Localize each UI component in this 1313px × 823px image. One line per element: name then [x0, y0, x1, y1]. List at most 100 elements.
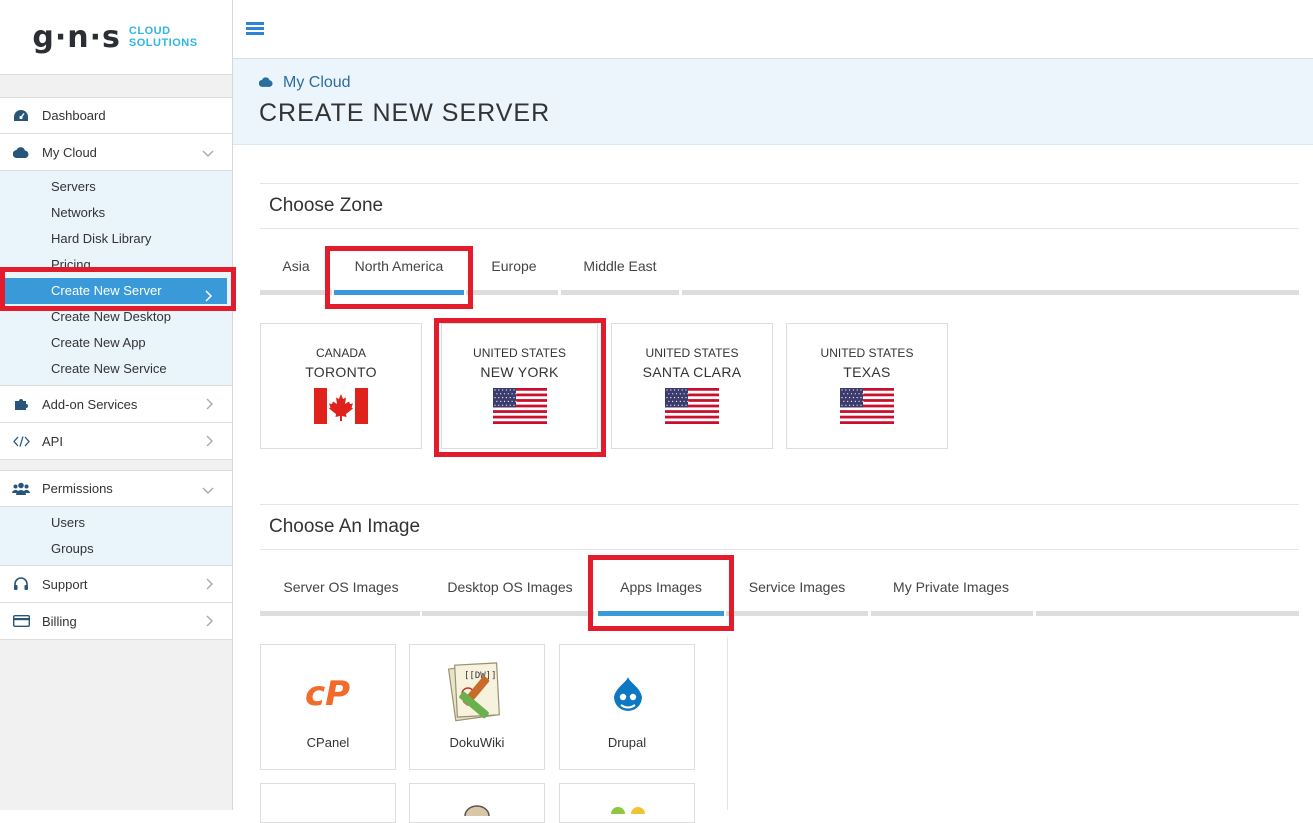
app-card-partial[interactable] [559, 783, 695, 823]
zone-country: CANADA [315, 346, 366, 360]
sidebar-subitem-create-new-desktop[interactable]: Create New Desktop [0, 304, 232, 330]
app-name: Drupal [607, 735, 647, 750]
tab-underline-active [598, 611, 724, 616]
app-card-drupal[interactable]: Drupal [559, 644, 695, 770]
tab-underline [726, 611, 868, 616]
hamburger-menu-icon[interactable] [246, 22, 264, 37]
sidebar-item-label: Support [42, 576, 88, 592]
puzzle-icon [12, 397, 30, 411]
sidebar-item-billing[interactable]: Billing [0, 603, 232, 640]
cloud-icon [12, 146, 30, 158]
cpanel-logo-icon: cP [305, 675, 350, 711]
tab-underline [871, 611, 1033, 616]
my-cloud-submenu: Servers Networks Hard Disk Library Prici… [0, 171, 232, 386]
sidebar: g·n·s CLOUD SOLUTIONS Dashboard My Cloud… [0, 0, 233, 810]
sidebar-subitem-networks[interactable]: Networks [0, 200, 232, 226]
sidebar-subitem-create-new-server[interactable]: Create New Server [5, 278, 227, 304]
sidebar-item-support[interactable]: Support [0, 566, 232, 603]
app-card-dokuwiki[interactable]: [[DW]] DokuWiki [409, 644, 545, 770]
chevron-right-icon [206, 435, 214, 450]
app-card-partial[interactable] [260, 783, 396, 823]
chevron-right-icon [206, 578, 214, 593]
app-card-partial[interactable] [409, 783, 545, 823]
tab-north-america[interactable]: North America [334, 242, 464, 290]
us-flag-icon [492, 388, 547, 424]
tab-apps-images[interactable]: Apps Images [598, 563, 724, 611]
sidebar-subitem-pricing[interactable]: Pricing [0, 252, 232, 278]
tab-asia[interactable]: Asia [260, 242, 332, 290]
sidebar-item-label: Permissions [42, 481, 113, 496]
sidebar-item-addon-services[interactable]: Add-on Services [0, 386, 232, 423]
app-logo-partial-icon [611, 807, 645, 814]
tab-underline-active [334, 290, 464, 295]
page-title: CREATE NEW SERVER [259, 99, 551, 127]
tab-underline [561, 290, 679, 295]
tab-europe[interactable]: Europe [466, 242, 562, 290]
tab-underline [682, 290, 1299, 295]
sidebar-nav: Dashboard My Cloud Servers Networks Hard… [0, 97, 232, 640]
breadcrumb[interactable]: My Cloud [258, 74, 351, 92]
top-bar [233, 0, 1313, 59]
nav-gap [0, 460, 232, 470]
sidebar-subitem-create-new-app[interactable]: Create New App [0, 330, 232, 356]
choose-zone-title: Choose Zone [260, 183, 1299, 229]
tab-underline [260, 611, 420, 616]
sidebar-item-api[interactable]: API [0, 423, 232, 460]
permissions-submenu: Users Groups [0, 507, 232, 566]
tab-service-images[interactable]: Service Images [734, 563, 860, 611]
tab-my-private-images[interactable]: My Private Images [872, 563, 1030, 611]
tab-underline [260, 290, 332, 295]
dashboard-icon [12, 109, 30, 122]
chevron-right-icon [206, 398, 214, 413]
sidebar-subitem-hard-disk-library[interactable]: Hard Disk Library [0, 226, 232, 252]
app-logo-partial-icon [464, 805, 490, 816]
sidebar-subitem-label: Create New Server [51, 283, 162, 298]
zone-card-toronto[interactable]: CANADA TORONTO [260, 323, 422, 449]
code-icon [12, 435, 30, 447]
zone-card-new-york[interactable]: UNITED STATES NEW YORK [441, 323, 598, 449]
logo-area[interactable]: g·n·s CLOUD SOLUTIONS [0, 0, 232, 75]
breadcrumb-label: My Cloud [283, 74, 351, 91]
svg-text:[[DW]]: [[DW]] [464, 671, 497, 681]
chevron-down-icon [202, 146, 214, 161]
sidebar-item-label: Billing [42, 613, 77, 629]
app-grid-divider [727, 637, 728, 810]
sidebar-item-label: Dashboard [42, 108, 106, 123]
us-flag-icon [840, 388, 894, 424]
zone-city: TORONTO [305, 364, 377, 380]
sidebar-subitem-groups[interactable]: Groups [0, 536, 232, 562]
zone-card-texas[interactable]: UNITED STATES TEXAS [786, 323, 948, 449]
canada-flag-icon [314, 388, 368, 424]
zone-city: TEXAS [843, 364, 891, 380]
chevron-down-icon [202, 483, 214, 498]
headset-icon [12, 576, 30, 592]
svg-text:cP: cP [305, 675, 350, 711]
tab-underline [422, 611, 594, 616]
zone-country: UNITED STATES [645, 346, 739, 360]
tab-desktop-os-images[interactable]: Desktop OS Images [430, 563, 590, 611]
sidebar-item-dashboard[interactable]: Dashboard [0, 97, 232, 134]
sidebar-subitem-servers[interactable]: Servers [0, 174, 232, 200]
logo-mark: g·n·s [32, 19, 121, 55]
zone-city: SANTA CLARA [642, 364, 742, 380]
tab-underline [1036, 611, 1299, 616]
sidebar-item-my-cloud[interactable]: My Cloud [0, 134, 232, 171]
sidebar-subitem-users[interactable]: Users [0, 510, 232, 536]
logo-text: CLOUD SOLUTIONS [129, 25, 198, 49]
logo-text-line1: CLOUD [128, 25, 171, 37]
zone-country: UNITED STATES [473, 346, 566, 360]
tab-middle-east[interactable]: Middle East [560, 242, 680, 290]
app-name: DokuWiki [449, 735, 505, 750]
app-card-cpanel[interactable]: cP CPanel [260, 644, 396, 770]
sidebar-item-permissions[interactable]: Permissions [0, 470, 232, 507]
sidebar-item-label: My Cloud [42, 144, 97, 160]
sidebar-subitem-create-new-service[interactable]: Create New Service [0, 356, 232, 382]
us-flag-icon [665, 388, 719, 424]
sidebar-item-label: Add-on Services [42, 396, 138, 412]
chevron-right-icon [206, 615, 214, 630]
tab-server-os-images[interactable]: Server OS Images [268, 563, 414, 611]
choose-image-title: Choose An Image [260, 504, 1299, 550]
users-icon [12, 482, 30, 495]
zone-card-santa-clara[interactable]: UNITED STATES SANTA CLARA [611, 323, 773, 449]
page-header: My Cloud CREATE NEW SERVER [233, 59, 1313, 145]
